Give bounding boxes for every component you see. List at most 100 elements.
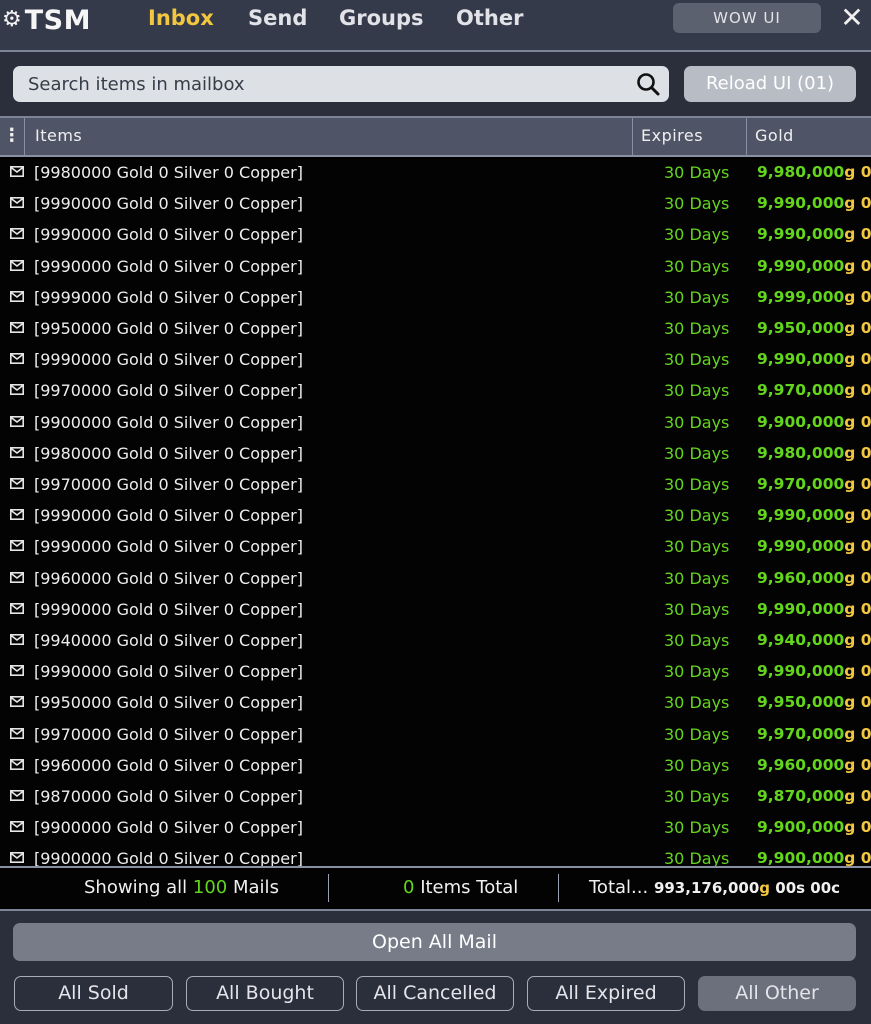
gold-amount: 9,960,000 — [757, 569, 845, 587]
mail-icon — [10, 540, 24, 551]
mail-icon — [10, 728, 24, 739]
divider — [328, 874, 329, 902]
gold-suffix: g 0 — [844, 693, 871, 711]
table-row[interactable]: [9990000 Gold 0 Silver 0 Copper] 30 Days 9… — [0, 251, 871, 282]
expires-value: 30 Days — [664, 319, 730, 338]
expires-value: 30 Days — [664, 818, 730, 837]
showing-suffix: Mails — [233, 877, 279, 898]
gold-value: 9,960,000g 0 — [757, 750, 871, 781]
column-menu-icon[interactable]: ⋮ — [0, 118, 24, 155]
showing-prefix: Showing all — [84, 877, 188, 898]
expires-value: 30 Days — [664, 662, 730, 681]
table-row[interactable]: [9990000 Gold 0 Silver 0 Copper] 30 Days 9… — [0, 531, 871, 562]
table-row[interactable]: [9950000 Gold 0 Silver 0 Copper] 30 Days 9… — [0, 687, 871, 718]
all-expired-button[interactable]: All Expired — [527, 976, 685, 1011]
item-name: [9960000 Gold 0 Silver 0 Copper] — [34, 569, 303, 588]
table-row[interactable]: [9870000 Gold 0 Silver 0 Copper] 30 Days 9… — [0, 781, 871, 812]
table-row[interactable]: [9960000 Gold 0 Silver 0 Copper] 30 Days 9… — [0, 750, 871, 781]
tab-inbox[interactable]: Inbox — [148, 4, 214, 32]
mail-icon — [10, 634, 24, 645]
gold-amount: 9,900,000 — [757, 849, 845, 866]
table-row[interactable]: [9990000 Gold 0 Silver 0 Copper] 30 Days 9… — [0, 594, 871, 625]
item-name: [9950000 Gold 0 Silver 0 Copper] — [34, 693, 303, 712]
total-gold: 993,176,000 — [653, 879, 760, 897]
search-box — [13, 66, 669, 102]
table-row[interactable]: [9990000 Gold 0 Silver 0 Copper] 30 Days 9… — [0, 344, 871, 375]
all-other-button[interactable]: All Other — [698, 976, 856, 1011]
table-row[interactable]: [9970000 Gold 0 Silver 0 Copper] 30 Days 9… — [0, 469, 871, 500]
gold-suffix: g 0 — [844, 350, 871, 368]
expires-value: 30 Days — [664, 756, 730, 775]
items-count: 0 — [403, 877, 415, 898]
table-row[interactable]: [9999000 Gold 0 Silver 0 Copper] 30 Days 9… — [0, 282, 871, 313]
search-icon[interactable] — [635, 71, 661, 97]
all-bought-button[interactable]: All Bought — [186, 976, 344, 1011]
summary-bar: Showing all 100 Mails 0 Items Total Tota… — [0, 866, 871, 911]
gold-amount: 9,990,000 — [757, 350, 845, 368]
item-name: [9970000 Gold 0 Silver 0 Copper] — [34, 725, 303, 744]
mail-icon — [10, 790, 24, 801]
tab-send[interactable]: Send — [248, 4, 307, 32]
gold-value: 9,990,000g 0 — [757, 500, 871, 531]
all-sold-button[interactable]: All Sold — [14, 976, 173, 1011]
gold-value: 9,990,000g 0 — [757, 219, 871, 250]
expires-value: 30 Days — [664, 350, 730, 369]
expires-value: 30 Days — [664, 225, 730, 244]
table-row[interactable]: [9970000 Gold 0 Silver 0 Copper] 30 Days 9… — [0, 719, 871, 750]
mail-icon — [10, 852, 24, 863]
table-row[interactable]: [9900000 Gold 0 Silver 0 Copper] 30 Days 9… — [0, 407, 871, 438]
gold-amount: 9,970,000 — [757, 381, 845, 399]
gold-amount: 9,999,000 — [757, 288, 845, 306]
item-name: [9980000 Gold 0 Silver 0 Copper] — [34, 163, 303, 182]
open-all-mail-button[interactable]: Open All Mail — [13, 923, 856, 961]
table-row[interactable]: [9900000 Gold 0 Silver 0 Copper] 30 Days 9… — [0, 812, 871, 843]
column-gold[interactable]: Gold — [746, 118, 870, 155]
tsm-logo: ⚙ TSM — [2, 4, 91, 36]
all-cancelled-button[interactable]: All Cancelled — [356, 976, 514, 1011]
table-row[interactable]: [9940000 Gold 0 Silver 0 Copper] 30 Days 9… — [0, 625, 871, 656]
mail-icon — [10, 821, 24, 832]
tab-other[interactable]: Other — [456, 4, 523, 32]
item-name: [9960000 Gold 0 Silver 0 Copper] — [34, 756, 303, 775]
mail-icon — [10, 166, 24, 177]
table-row[interactable]: [9900000 Gold 0 Silver 0 Copper] 30 Days 9… — [0, 843, 871, 866]
table-row[interactable]: [9980000 Gold 0 Silver 0 Copper] 30 Days 9… — [0, 438, 871, 469]
gold-amount: 9,990,000 — [757, 662, 845, 680]
column-expires[interactable]: Expires — [632, 118, 745, 155]
gold-suffix: g 0 — [844, 288, 871, 306]
wow-ui-button[interactable]: WOW UI — [673, 3, 821, 33]
gold-suffix: g 0 — [844, 475, 871, 493]
table-row[interactable]: [9950000 Gold 0 Silver 0 Copper] 30 Days 9… — [0, 313, 871, 344]
gold-suffix: g 0 — [844, 194, 871, 212]
item-name: [9999000 Gold 0 Silver 0 Copper] — [34, 288, 303, 307]
table-row[interactable]: [9990000 Gold 0 Silver 0 Copper] 30 Days 9… — [0, 656, 871, 687]
mail-icon — [10, 759, 24, 770]
gold-amount: 9,970,000 — [757, 725, 845, 743]
gold-amount: 9,970,000 — [757, 475, 845, 493]
gold-suffix: g 0 — [844, 506, 871, 524]
gold-value: 9,870,000g 0 — [757, 781, 871, 812]
item-name: [9970000 Gold 0 Silver 0 Copper] — [34, 381, 303, 400]
gold-amount: 9,900,000 — [757, 413, 845, 431]
table-row[interactable]: [9990000 Gold 0 Silver 0 Copper] 30 Days 9… — [0, 500, 871, 531]
expires-value: 30 Days — [664, 475, 730, 494]
close-icon[interactable]: ✕ — [838, 1, 866, 35]
item-name: [9990000 Gold 0 Silver 0 Copper] — [34, 506, 303, 525]
tab-groups[interactable]: Groups — [339, 4, 424, 32]
gold-value: 9,900,000g 0 — [757, 407, 871, 438]
table-row[interactable]: [9990000 Gold 0 Silver 0 Copper] 30 Days 9… — [0, 188, 871, 219]
mail-icon — [10, 197, 24, 208]
table-row[interactable]: [9970000 Gold 0 Silver 0 Copper] 30 Days 9… — [0, 375, 871, 406]
mail-icon — [10, 260, 24, 271]
expires-value: 30 Days — [664, 787, 730, 806]
table-row[interactable]: [9960000 Gold 0 Silver 0 Copper] 30 Days 9… — [0, 563, 871, 594]
gold-suffix: g 0 — [844, 413, 871, 431]
gold-value: 9,960,000g 0 — [757, 563, 871, 594]
reload-ui-button[interactable]: Reload UI (01) — [684, 66, 856, 102]
table-row[interactable]: [9980000 Gold 0 Silver 0 Copper] 30 Days 9… — [0, 157, 871, 188]
column-items[interactable]: Items — [24, 118, 641, 155]
gear-icon[interactable]: ⚙ — [2, 5, 22, 35]
search-input[interactable] — [13, 66, 628, 102]
gold-value: 9,950,000g 0 — [757, 313, 871, 344]
table-row[interactable]: [9990000 Gold 0 Silver 0 Copper] 30 Days 9… — [0, 219, 871, 250]
